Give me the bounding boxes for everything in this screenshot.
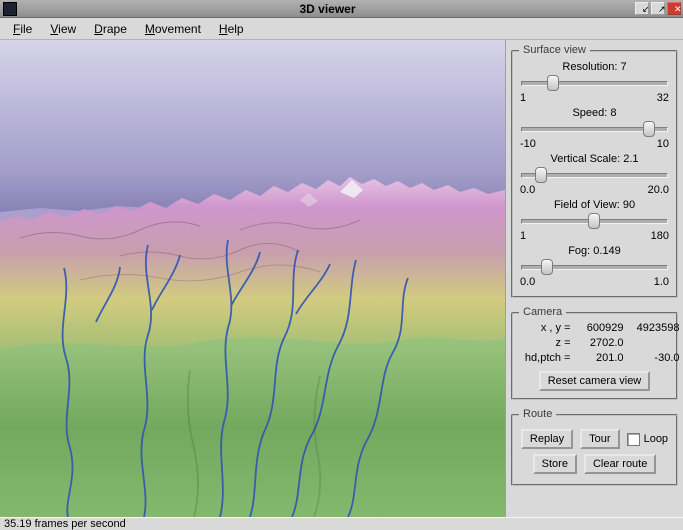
slider-min-label: -10 [520,138,536,150]
camera-pitch-value: -30.0 [624,352,680,364]
menu-view[interactable]: View [41,20,85,38]
control-panel: Surface view Resolution: 7 1 32 Speed: 8 [505,40,683,517]
title-bar[interactable]: 3D viewer ↙ ↗ ✕ [0,0,683,18]
vertical-scale-slider-group: Vertical Scale: 2.1 0.0 20.0 [519,153,670,196]
status-bar: 35.19 frames per second [0,517,683,530]
camera-y-value: 4923598 [624,322,680,334]
store-button[interactable]: Store [533,454,577,474]
slider-max-label: 180 [651,230,669,242]
camera-group: Camera x , y = 600929 4923598 z = 2702.0… [511,312,678,400]
window-title: 3D viewer [20,2,635,16]
restore-icon[interactable]: ↙ [635,2,649,15]
camera-hdptch-label: hd,ptch = [510,352,574,364]
app-icon [3,2,17,16]
slider-min-label: 1 [520,92,526,104]
close-icon[interactable]: ✕ [667,2,681,15]
reset-camera-view-button[interactable]: Reset camera view [539,371,651,391]
slider-min-label: 0.0 [520,276,535,288]
surface-view-group: Surface view Resolution: 7 1 32 Speed: 8 [511,50,678,298]
main-window: 3D viewer ↙ ↗ ✕ File View Drape Movement… [0,0,683,530]
slider-max-label: 1.0 [654,276,669,288]
slider-max-label: 10 [657,138,669,150]
surface-view-title: Surface view [519,44,590,56]
camera-title: Camera [519,306,566,318]
camera-z-spacer [624,337,680,349]
menu-bar: File View Drape Movement Help [0,18,683,40]
slider-thumb[interactable] [541,259,553,275]
terrain-render [0,40,505,517]
slider-thumb[interactable] [643,121,655,137]
speed-label: Speed: 8 [519,107,670,119]
menu-drape[interactable]: Drape [85,20,136,38]
slider-max-label: 20.0 [648,184,669,196]
field-of-view-label: Field of View: 90 [519,199,670,211]
vertical-scale-slider[interactable] [521,167,668,183]
field-of-view-slider[interactable] [521,213,668,229]
resolution-slider[interactable] [521,75,668,91]
menu-movement[interactable]: Movement [136,20,210,38]
fog-slider-group: Fog: 0.149 0.0 1.0 [519,245,670,288]
camera-heading-value: 201.0 [574,352,624,364]
camera-z-label: z = [510,337,574,349]
speed-slider-group: Speed: 8 -10 10 [519,107,670,150]
field-of-view-slider-group: Field of View: 90 1 180 [519,199,670,242]
slider-track[interactable] [521,81,668,86]
slider-min-label: 1 [520,230,526,242]
route-group: Route Replay Tour Loop Store Clear route [511,414,678,486]
slider-max-label: 32 [657,92,669,104]
route-title: Route [519,408,556,420]
loop-checkbox[interactable] [627,433,640,446]
resolution-slider-group: Resolution: 7 1 32 [519,61,670,104]
terrain-3d-view[interactable] [0,40,505,517]
loop-checkbox-label: Loop [644,433,668,445]
slider-thumb[interactable] [588,213,600,229]
camera-xy-label: x , y = [510,322,574,334]
slider-thumb[interactable] [535,167,547,183]
menu-file[interactable]: File [4,20,41,38]
camera-x-value: 600929 [574,322,624,334]
menu-help[interactable]: Help [210,20,253,38]
slider-min-label: 0.0 [520,184,535,196]
resolution-label: Resolution: 7 [519,61,670,73]
fps-status-text: 35.19 frames per second [4,518,126,530]
tour-button[interactable]: Tour [580,429,619,449]
fog-slider[interactable] [521,259,668,275]
replay-button[interactable]: Replay [521,429,573,449]
vertical-scale-label: Vertical Scale: 2.1 [519,153,670,165]
maximize-icon[interactable]: ↗ [651,2,665,15]
clear-route-button[interactable]: Clear route [584,454,656,474]
fog-label: Fog: 0.149 [519,245,670,257]
slider-thumb[interactable] [547,75,559,91]
camera-readout: x , y = 600929 4923598 z = 2702.0 hd,ptc… [519,322,670,364]
camera-z-value: 2702.0 [574,337,624,349]
speed-slider[interactable] [521,121,668,137]
